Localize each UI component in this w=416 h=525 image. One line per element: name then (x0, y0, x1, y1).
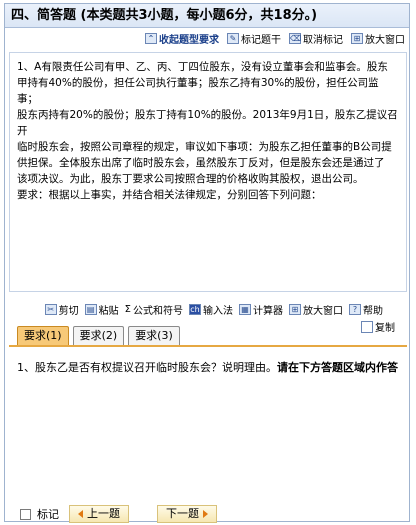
zoom-window-button-top[interactable]: ⊞ 放大窗口 (351, 31, 405, 46)
unmark-button[interactable]: ⌫ 取消标记 (289, 31, 343, 46)
help-icon: ? (349, 303, 361, 315)
stem-line: 甲持有40%的股份，担任公司执行董事；股东乙持有30%的股份，担任公司监事； (17, 77, 379, 105)
edit-toolbar: ✂ 剪切 ▤ 粘贴 Σ 公式和符号 ch 输入法 ▦ 计算器 ⊞ 放大窗口 ? … (5, 300, 409, 318)
mark-label: 标记 (37, 508, 59, 521)
calculator-icon: ▦ (239, 303, 251, 315)
mark-stem-button[interactable]: ✎ 标记题干 (227, 31, 281, 46)
arrow-right-icon (203, 510, 208, 518)
input-method-icon: ch (189, 303, 201, 315)
stem-line: 1、A有限责任公司有甲、乙、丙、丁四位股东，没有设立董事会和监事会。股东 (17, 61, 388, 73)
collapse-requirements-button[interactable]: ⌃ 收起题型要求 (145, 31, 219, 46)
clipboard-icon: ▤ (84, 303, 97, 315)
tab-requirement-1[interactable]: 要求(1) (17, 326, 69, 345)
calculator-button[interactable]: ▦ 计算器 (239, 302, 283, 317)
requirement-tabs: 要求(1) 要求(2) 要求(3) (17, 326, 180, 345)
unmark-icon: ⌫ (289, 32, 302, 44)
cut-button[interactable]: ✂ 剪切 (44, 302, 79, 317)
paste-button[interactable]: ▤ 粘贴 (84, 302, 119, 317)
input-method-button[interactable]: ch 输入法 (189, 302, 233, 317)
stem-line: 股东丙持有20%的股份；股东丁持有10%的股份。2013年9月1日，股东乙提议召… (17, 109, 398, 137)
copy-icon (361, 320, 373, 333)
next-question-button[interactable]: 下一题 (157, 505, 217, 523)
stem-line: 临时股东会，按照公司章程的规定，审议如下事项：为股东乙担任董事的B公司提 (17, 141, 392, 153)
zoom-window-icon: ⊞ (351, 32, 363, 44)
prev-question-button[interactable]: 上一题 (69, 505, 129, 523)
pencil-mark-icon: ✎ (227, 32, 239, 44)
zoom-window-icon: ⊞ (289, 303, 301, 315)
answer-instruction: 请在下方答题区域内作答 (277, 361, 398, 374)
formula-button[interactable]: Σ 公式和符号 (125, 302, 183, 317)
collapse-icon: ⌃ (145, 32, 157, 44)
scissors-icon: ✂ (44, 303, 57, 315)
help-button[interactable]: ? 帮助 (349, 302, 383, 317)
arrow-left-icon (78, 510, 83, 518)
top-toolbar: ⌃ 收起题型要求 ✎ 标记题干 ⌫ 取消标记 ⊞ 放大窗口 (5, 29, 409, 47)
question-stem: 1、A有限责任公司有甲、乙、丙、丁四位股东，没有设立董事会和监事会。股东 甲持有… (9, 52, 407, 292)
stem-line: 要求：根据以上事实，并结合相关法律规定，分别回答下列问题： (17, 189, 322, 201)
answer-area[interactable]: 1、股东乙是否有权提议召开临时股东会？说明理由。请在下方答题区域内作答 (9, 347, 407, 497)
tab-requirement-3[interactable]: 要求(3) (128, 326, 180, 345)
copy-button[interactable]: 复制 (361, 319, 395, 334)
sigma-icon: Σ (124, 303, 131, 315)
tab-requirement-2[interactable]: 要求(2) (72, 326, 125, 345)
stem-line: 供担保。全体股东出席了临时股东会，虽然股东丁反对，但是股东会还是通过了 (17, 157, 385, 169)
question-text: 1、股东乙是否有权提议召开临时股东会？说明理由。 (17, 361, 277, 374)
bottom-nav: 标记 上一题 下一题 (20, 505, 217, 523)
stem-line: 该项决议。为此，股东丁要求公司按照合理的价格收购其股权，退出公司。 (17, 173, 364, 185)
section-title: 四、简答题 (本类题共3小题，每小题6分，共18分。) (5, 4, 409, 28)
zoom-window-button[interactable]: ⊞ 放大窗口 (289, 302, 343, 317)
mark-checkbox[interactable] (20, 508, 31, 520)
